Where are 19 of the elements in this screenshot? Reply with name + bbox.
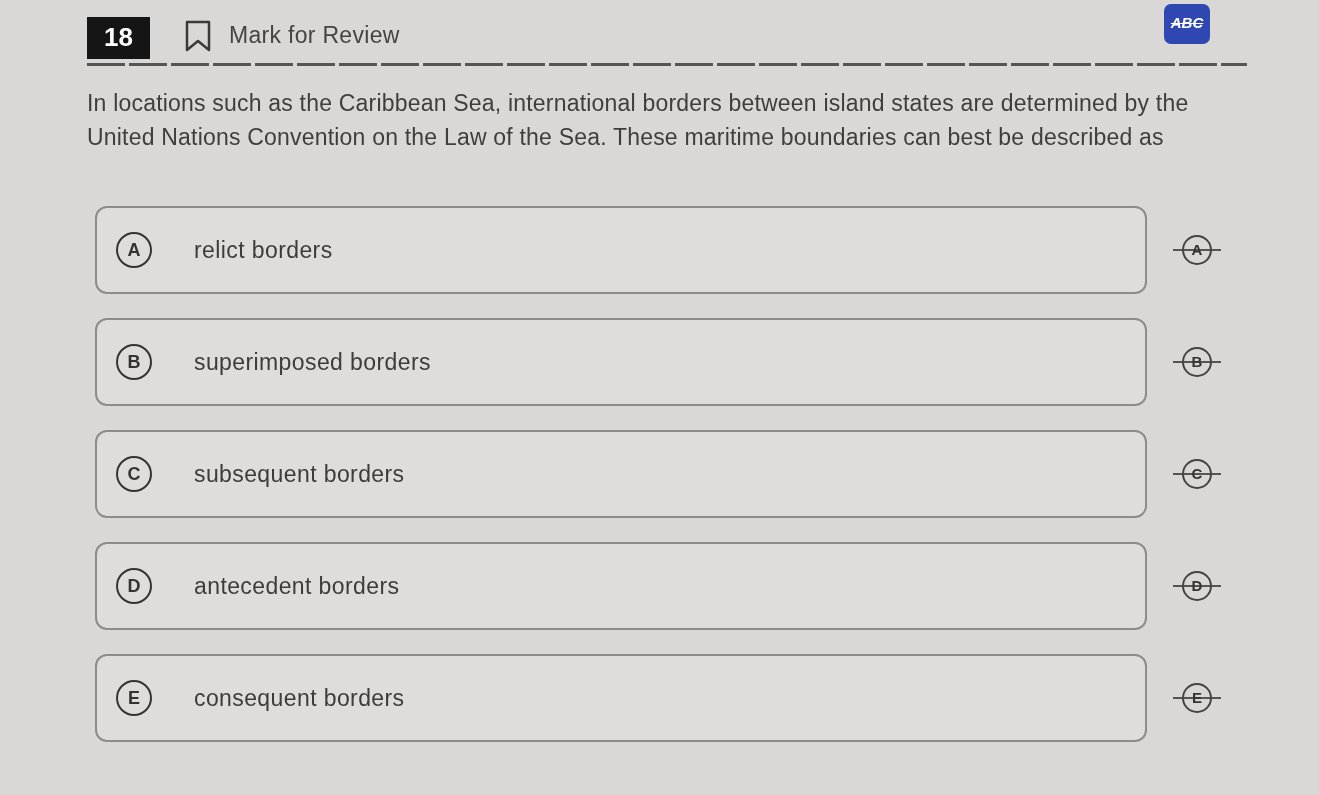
option-letter: A xyxy=(116,232,152,268)
question-number: 18 xyxy=(87,16,150,59)
mark-for-review-button[interactable]: Mark for Review xyxy=(185,18,400,53)
question-text: In locations such as the Caribbean Sea, international borders between island states are determined by the United Nations Convention on the Law of the Sea. These maritime boundaries can best be described as xyxy=(87,89,1190,152)
option-text: consequent borders xyxy=(194,683,405,713)
option-text: relict borders xyxy=(194,235,333,265)
option-letter: E xyxy=(116,680,152,716)
option-letter: D xyxy=(116,568,152,604)
answer-option[interactable]: B superimposed borders xyxy=(95,318,1147,406)
answer-eliminator-toggle[interactable]: ABC xyxy=(1164,3,1210,44)
option-text: subsequent borders xyxy=(194,459,405,489)
option-text: antecedent borders xyxy=(194,571,400,601)
option-letter: B xyxy=(116,344,152,380)
option-text: superimposed borders xyxy=(194,347,431,377)
answer-option[interactable]: E consequent borders xyxy=(95,654,1147,742)
answer-option[interactable]: D antecedent borders xyxy=(95,542,1147,630)
answer-option[interactable]: A relict borders xyxy=(95,206,1147,294)
option-letter: C xyxy=(116,456,152,492)
answer-option[interactable]: C subsequent borders xyxy=(95,430,1147,518)
